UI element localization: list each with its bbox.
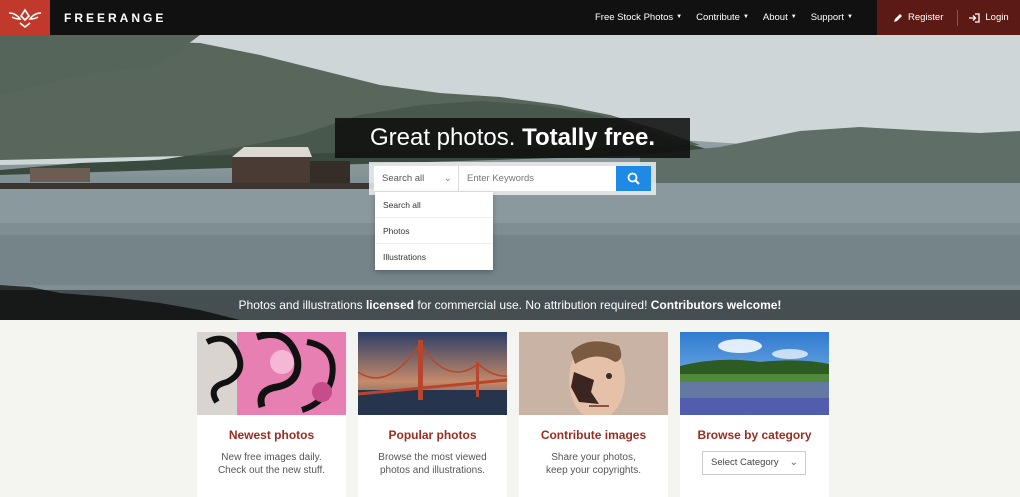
login-label: Login	[985, 12, 1009, 23]
search-bar: Search all ⌄	[369, 162, 656, 195]
dropdown-option-search-all[interactable]: Search all	[375, 192, 493, 218]
card-title: Newest photos	[228, 428, 315, 442]
feature-cards: Newest photos New free images daily. Che…	[197, 332, 829, 497]
search-category-value: Search all	[382, 173, 425, 184]
card-desc-line: New free images daily.	[221, 452, 322, 463]
tagline-part1: Photos and illustrations	[238, 298, 366, 312]
hero-title: Great photos. Totally free.	[335, 118, 690, 158]
card-desc-line: Share your photos,	[551, 452, 636, 463]
card-newest-photos[interactable]: Newest photos New free images daily. Che…	[197, 332, 346, 497]
nav-free-stock-photos[interactable]: Free Stock Photos ▼	[595, 12, 682, 23]
logo[interactable]	[0, 0, 50, 35]
auth-area: Register Login	[877, 0, 1020, 35]
card-popular-photos[interactable]: Popular photos Browse the most viewed ph…	[358, 332, 507, 497]
card-description: Share your photos, keep your copyrights.	[519, 451, 668, 477]
dropdown-option-illustrations[interactable]: Illustrations	[375, 244, 493, 270]
category-select[interactable]: Select Category ⌄	[702, 451, 806, 475]
auth-divider	[957, 9, 959, 26]
login-link[interactable]: Login	[969, 12, 1009, 23]
card-title: Browse by category	[697, 428, 812, 442]
tagline-bold-licensed: licensed	[365, 298, 414, 312]
card-browse-by-category[interactable]: Browse by category Select Category ⌄	[680, 332, 829, 497]
caret-down-icon: ▼	[742, 14, 749, 21]
hero-title-regular: Great photos.	[369, 124, 516, 151]
chevron-down-icon: ⌄	[789, 457, 798, 468]
card-description: Browse the most viewed photos and illust…	[358, 451, 507, 477]
pencil-icon	[894, 13, 902, 22]
tagline-part2: for commercial use. No attribution requi…	[413, 298, 651, 312]
card-contribute-images[interactable]: Contribute images Share your photos, kee…	[519, 332, 668, 497]
nav-label: Support	[810, 12, 844, 23]
card-description: New free images daily. Check out the new…	[197, 451, 346, 477]
search-category-dropdown: Search all Photos Illustrations	[375, 192, 493, 270]
card-desc-line: Browse the most viewed	[378, 452, 487, 463]
golden-gate-bridge-image	[358, 332, 507, 415]
nav-label: Free Stock Photos	[595, 12, 674, 23]
register-link[interactable]: Register	[893, 12, 943, 23]
nav-about[interactable]: About ▼	[763, 12, 797, 23]
tagline-bold-contributors: Contributors welcome!	[650, 298, 782, 312]
painted-face-image	[519, 332, 668, 415]
nav-support[interactable]: Support ▼	[811, 12, 853, 23]
login-icon	[969, 12, 981, 23]
search-category-select[interactable]: Search all ⌄	[374, 166, 459, 191]
card-desc-line: photos and illustrations.	[379, 465, 486, 476]
brand-name[interactable]: FREERANGE	[64, 11, 166, 25]
card-desc-line: Check out the new stuff.	[217, 465, 326, 476]
category-select-value: Select Category	[711, 457, 779, 468]
caret-down-icon: ▼	[790, 14, 797, 21]
search-button[interactable]	[616, 166, 651, 191]
caret-down-icon: ▼	[846, 14, 853, 21]
card-title: Contribute images	[540, 428, 647, 442]
card-desc-line: keep your copyrights.	[545, 465, 642, 476]
caret-down-icon: ▼	[676, 14, 683, 21]
bird-logo-icon	[8, 8, 42, 28]
dropdown-option-photos[interactable]: Photos	[375, 218, 493, 244]
bluebonnet-field-image	[680, 332, 829, 415]
nav-label: About	[762, 12, 788, 23]
graffiti-image	[197, 332, 346, 415]
card-title: Popular photos	[388, 428, 477, 442]
main-menu: Free Stock Photos ▼ Contribute ▼ About ▼ Su…	[595, 0, 867, 35]
hero-tagline: Photos and illustrations licensed for co…	[0, 290, 1020, 320]
search-input[interactable]	[459, 166, 616, 191]
chevron-down-icon: ⌄	[443, 173, 452, 184]
nav-label: Contribute	[696, 12, 740, 23]
hero-title-bold: Totally free.	[522, 124, 656, 151]
hero-banner: Great photos. Totally free. Search all ⌄…	[0, 35, 1020, 320]
register-label: Register	[908, 12, 944, 23]
search-icon	[627, 172, 640, 185]
nav-contribute[interactable]: Contribute ▼	[696, 12, 749, 23]
top-navbar: FREERANGE Free Stock Photos ▼ Contribute ▼…	[0, 0, 1020, 35]
